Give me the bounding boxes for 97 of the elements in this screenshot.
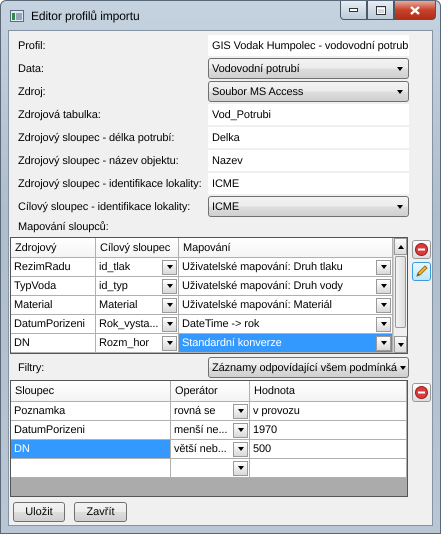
dropdown-button[interactable] [376, 336, 391, 350]
section-label: Mapování sloupců: [17, 220, 110, 232]
field-label: Zdrojový sloupec - délka potrubí: [17, 132, 176, 144]
dropdown-button[interactable] [376, 278, 391, 294]
dropdown-button[interactable] [376, 298, 391, 312]
remove-icon [415, 386, 428, 399]
dropdown-cell[interactable]: DateTime -> rok [179, 315, 393, 334]
caret-icon [397, 204, 403, 208]
dropdown-button[interactable] [233, 442, 248, 456]
dropdown-button[interactable] [162, 260, 177, 274]
dropdown[interactable]: Soubor MS Access [208, 81, 409, 102]
column-header[interactable]: Zdrojový [11, 238, 96, 258]
section-label: Filtry: [17, 362, 46, 374]
pencil-icon [415, 265, 428, 278]
field-label: Cílový sloupec - identifikace lokality: [17, 200, 192, 212]
window-title: Editor profilů importu [31, 8, 140, 22]
table-cell: DN [11, 334, 96, 353]
dropdown-cell[interactable]: Material [96, 296, 179, 315]
remove-button[interactable] [412, 240, 431, 259]
caret-icon [400, 366, 406, 370]
dropdown-cell[interactable]: Rozm_hor [96, 334, 179, 353]
dropdown[interactable]: Vodovodní potrubí [208, 58, 409, 79]
maximize-button[interactable] [367, 1, 394, 20]
dropdown-button[interactable] [162, 316, 177, 332]
table-cell: Poznamka [11, 402, 171, 421]
table-cell: 1970 [250, 421, 407, 440]
close-icon [410, 6, 420, 14]
table-cell: v provozu [250, 402, 407, 421]
caret-icon [238, 428, 244, 432]
dropdown-cell[interactable]: id_typ [96, 277, 179, 296]
dropdown-cell[interactable]: menší ne... [171, 421, 250, 440]
table-cell: RezimRadu [11, 258, 96, 277]
table-cell: 500 [250, 440, 407, 459]
field-label: Zdrojový sloupec - identifikace lokality: [17, 178, 203, 190]
dropdown-button[interactable] [233, 460, 248, 476]
dropdown-button[interactable] [376, 316, 391, 332]
dropdown-button[interactable] [162, 278, 177, 294]
minimize-button[interactable] [340, 1, 367, 20]
dropdown[interactable]: ICME [208, 196, 409, 217]
caret-icon [166, 341, 172, 345]
field-label: Profil: [17, 40, 46, 52]
table-cell: DatumPorizeni [11, 421, 171, 440]
caret-icon [166, 322, 172, 326]
caret-icon [238, 447, 244, 451]
dropdown-cell[interactable]: id_tlak [96, 258, 179, 277]
dropdown-button[interactable] [162, 298, 177, 312]
caret-icon [380, 322, 386, 326]
field-label: Zdrojová tabulka: [17, 108, 102, 120]
caret-icon [380, 303, 386, 307]
input-field[interactable]: Vod_Potrubi [208, 104, 409, 125]
caret-icon [380, 284, 386, 288]
column-header[interactable]: Cílový sloupec [96, 238, 179, 258]
table-cell: DatumPorizeni [11, 315, 96, 334]
column-header[interactable]: Hodnota [250, 381, 407, 402]
minimize-icon [349, 8, 358, 12]
field-label: Zdrojový sloupec - název objektu: [17, 154, 180, 166]
scrollbar[interactable] [393, 238, 407, 353]
save-button[interactable]: Uložit [13, 502, 65, 522]
dropdown-button[interactable] [233, 404, 248, 418]
column-header[interactable]: Mapování [179, 238, 393, 258]
dropdown[interactable]: Záznamy odpovídající všem podmínká [208, 357, 409, 378]
app-icon [10, 10, 24, 22]
input-field[interactable]: ICME [208, 173, 409, 194]
dropdown-button[interactable] [376, 260, 391, 274]
caret-icon [166, 303, 172, 307]
column-header[interactable]: Operátor [171, 381, 250, 402]
table-cell: Material [11, 296, 96, 315]
remove-button[interactable] [412, 383, 431, 402]
input-field[interactable]: Delka [208, 127, 409, 148]
field-label: Zdroj: [17, 86, 47, 98]
close-button[interactable]: Zavřít [74, 502, 127, 522]
caret-icon [238, 466, 244, 470]
remove-icon [415, 243, 428, 256]
dropdown-cell[interactable]: Rok_vysta... [96, 315, 179, 334]
close-button[interactable] [394, 1, 436, 20]
caret-icon [397, 66, 403, 70]
dropdown-cell[interactable]: větší neb... [171, 440, 250, 459]
caret-icon [238, 409, 244, 413]
input-field[interactable]: GIS Vodak Humpolec - vodovodní potrub [208, 35, 409, 56]
maximize-icon [376, 6, 386, 14]
table-cell: DN [11, 440, 171, 459]
dropdown-button[interactable] [162, 336, 177, 350]
dropdown-button[interactable] [233, 422, 248, 438]
dropdown-cell[interactable]: rovná se [171, 402, 250, 421]
table-cell: TypVoda [11, 277, 96, 296]
input-field[interactable]: Nazev [208, 150, 409, 171]
field-label: Data: [17, 62, 45, 74]
column-header[interactable]: Sloupec [11, 381, 171, 402]
dropdown-cell[interactable]: Uživatelské mapování: Druh vody [179, 277, 393, 296]
edit-button[interactable] [412, 262, 431, 281]
caret-icon [397, 90, 403, 94]
dropdown-cell[interactable]: Uživatelské mapování: Druh tlaku [179, 258, 393, 277]
dropdown-cell[interactable]: Uživatelské mapování: Materiál [179, 296, 393, 315]
caret-icon [380, 341, 386, 345]
caret-icon [380, 265, 386, 269]
caret-icon [166, 284, 172, 288]
caret-icon [166, 265, 172, 269]
